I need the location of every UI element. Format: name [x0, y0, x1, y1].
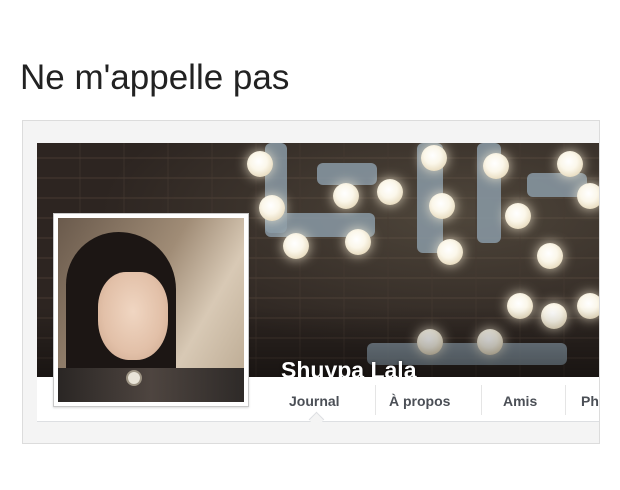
meme-caption: Ne m'appelle pas — [20, 58, 290, 97]
light-bulb — [283, 233, 309, 259]
light-bulb — [377, 179, 403, 205]
light-bulb — [537, 243, 563, 269]
light-bulb — [577, 183, 599, 209]
tab-friends[interactable]: Amis — [503, 393, 537, 409]
light-bulb — [259, 195, 285, 221]
avatar-shirt — [58, 368, 244, 402]
light-bulb — [345, 229, 371, 255]
avatar-pendant — [126, 370, 142, 386]
light-bulb — [421, 145, 447, 171]
nav-divider — [565, 385, 566, 415]
tab-photos[interactable]: Ph — [581, 393, 599, 409]
nav-divider — [375, 385, 376, 415]
light-bulb — [483, 153, 509, 179]
light-bulb — [247, 151, 273, 177]
light-bulb — [437, 239, 463, 265]
light-bulb — [333, 183, 359, 209]
profile-picture[interactable] — [53, 213, 249, 407]
light-bulb — [557, 151, 583, 177]
profile-name[interactable]: Shuypa Lala — [281, 357, 416, 377]
light-bulb — [505, 203, 531, 229]
light-bulb — [429, 193, 455, 219]
nav-divider — [481, 385, 482, 415]
sign-letter — [317, 163, 377, 185]
tab-journal[interactable]: Journal — [289, 393, 340, 409]
avatar-face — [98, 272, 168, 360]
facebook-profile-header: Shuypa Lala Journal À propos Amis Ph — [22, 120, 600, 444]
profile-photo-image — [58, 218, 244, 402]
tab-about[interactable]: À propos — [389, 393, 450, 409]
